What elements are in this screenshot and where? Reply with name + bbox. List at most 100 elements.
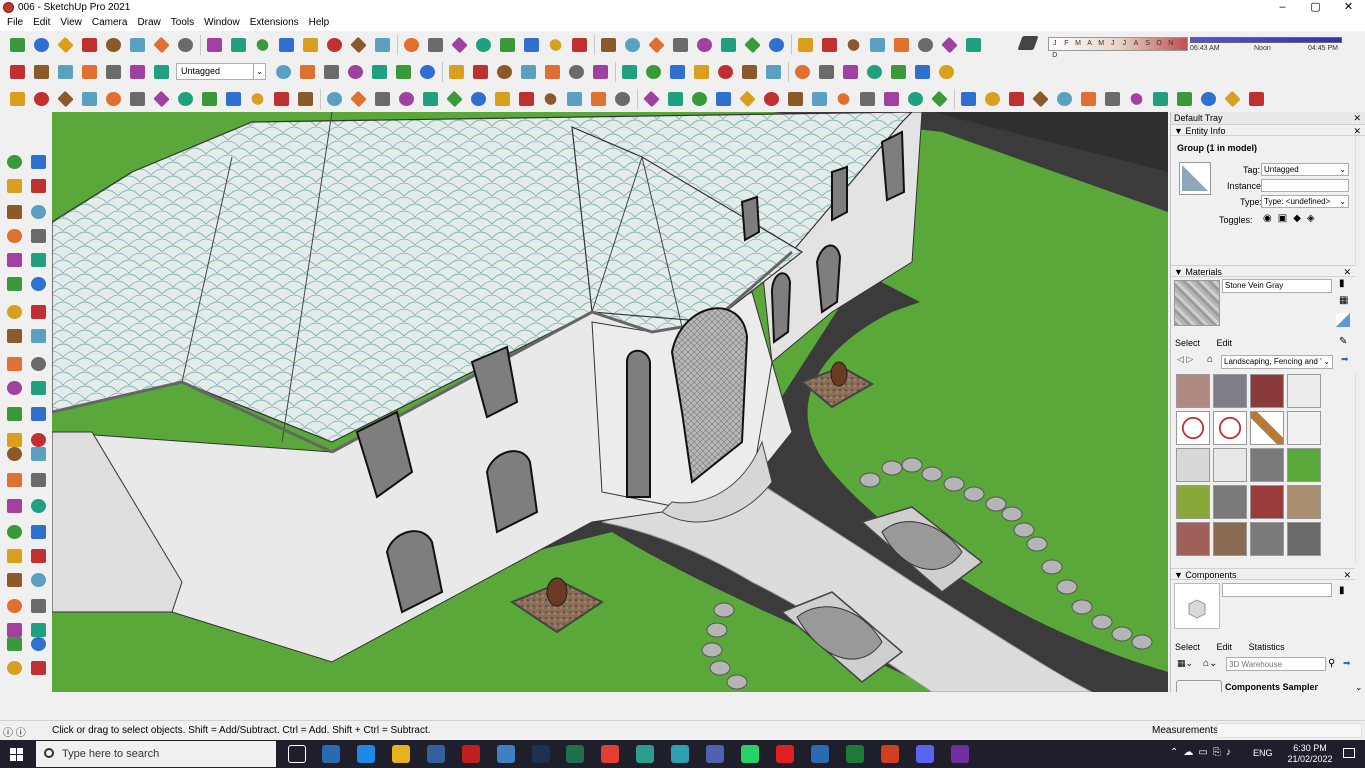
toolbar-tool-icon[interactable] [248, 89, 267, 108]
toolbar-tool-icon[interactable] [940, 35, 959, 54]
toolbar-tool-icon[interactable] [1079, 89, 1098, 108]
menu-view[interactable]: View [55, 15, 87, 31]
toolbar-tool-icon[interactable] [906, 89, 925, 108]
toolbar-tool-icon[interactable] [668, 62, 687, 81]
sample-paint-icon[interactable]: ✎ [1339, 336, 1347, 347]
component-collection-thumb[interactable] [1176, 680, 1222, 692]
toolbar-tool-icon[interactable] [447, 62, 466, 81]
toolbar-tool-icon[interactable] [716, 62, 735, 81]
toolbar-tool-icon[interactable] [56, 62, 75, 81]
toolbar-tool-icon[interactable] [349, 35, 368, 54]
default-material-icon[interactable] [1336, 313, 1350, 327]
entity-info-scrollbar[interactable] [1355, 136, 1365, 266]
left-tool-icon[interactable] [28, 571, 48, 589]
left-tool-icon[interactable] [28, 445, 48, 463]
taskbar-app-icon[interactable] [776, 745, 794, 763]
toolbar-tool-icon[interactable] [868, 35, 887, 54]
toolbar-tool-icon[interactable] [200, 89, 219, 108]
toolbar-tool-icon[interactable] [469, 89, 488, 108]
left-tool-icon[interactable] [28, 379, 48, 397]
toolbar-tool-icon[interactable] [224, 89, 243, 108]
toolbar-tool-icon[interactable] [471, 62, 490, 81]
left-tool-icon[interactable] [4, 327, 24, 345]
toolbar-tool-icon[interactable] [743, 35, 762, 54]
toolbar-tool-icon[interactable] [128, 35, 147, 54]
toolbar-tool-icon[interactable] [793, 62, 812, 81]
active-tag-dropdown[interactable]: Untagged ⌄ [176, 63, 266, 80]
tray-close-icon[interactable]: ✕ [1353, 112, 1361, 124]
toolbar-tool-icon[interactable] [1199, 89, 1218, 108]
toolbar-tool-icon[interactable] [397, 89, 416, 108]
language-indicator[interactable]: ENG [1253, 748, 1273, 758]
left-tool-icon[interactable] [28, 275, 48, 293]
material-swatch[interactable] [1176, 411, 1210, 445]
toolbar-tool-icon[interactable] [589, 89, 608, 108]
toolbar-tool-icon[interactable] [740, 62, 759, 81]
left-tool-icon[interactable] [4, 571, 24, 589]
toolbar-tool-icon[interactable] [820, 35, 839, 54]
material-swatch[interactable] [1213, 485, 1247, 519]
toolbar-tool-icon[interactable] [642, 89, 661, 108]
left-tool-icon[interactable] [28, 497, 48, 515]
close-button[interactable]: ✕ [1332, 0, 1365, 15]
toolbar-tool-icon[interactable] [325, 89, 344, 108]
material-name-input[interactable]: Stone Vein Gray [1222, 279, 1332, 293]
toolbar-tool-icon[interactable] [322, 62, 341, 81]
left-tool-icon[interactable] [4, 251, 24, 269]
view-options-icon[interactable]: ▦⌄ [1177, 658, 1193, 669]
toolbar-tool-icon[interactable] [913, 62, 932, 81]
toolbar-tool-icon[interactable] [834, 89, 853, 108]
toolbar-tool-icon[interactable] [964, 35, 983, 54]
toolbar-tool-icon[interactable] [32, 62, 51, 81]
toolbar-tool-icon[interactable] [546, 35, 565, 54]
menu-extensions[interactable]: Extensions [245, 15, 304, 31]
left-tool-icon[interactable] [4, 405, 24, 423]
taskbar-app-icon[interactable] [357, 745, 375, 763]
toolbar-tool-icon[interactable] [543, 62, 562, 81]
material-swatch[interactable] [1176, 522, 1210, 556]
toolbar-tool-icon[interactable] [796, 35, 815, 54]
menu-camera[interactable]: Camera [87, 15, 133, 31]
material-swatch[interactable] [1176, 485, 1210, 519]
component-search-input[interactable] [1226, 657, 1326, 671]
toolbar-tool-icon[interactable] [671, 35, 690, 54]
model-viewport[interactable] [52, 112, 1168, 692]
toolbar-tool-icon[interactable] [445, 89, 464, 108]
toolbar-tool-icon[interactable] [104, 89, 123, 108]
toolbar-tool-icon[interactable] [858, 89, 877, 108]
toolbar-tool-icon[interactable] [541, 89, 560, 108]
toolbar-tool-icon[interactable] [80, 62, 99, 81]
components-tab-select[interactable]: Select [1175, 642, 1200, 652]
material-swatch[interactable] [1287, 522, 1321, 556]
toolbar-tool-icon[interactable] [1055, 89, 1074, 108]
toolbar-tool-icon[interactable] [272, 89, 291, 108]
toolbar-tool-icon[interactable] [841, 62, 860, 81]
taskbar-app-icon[interactable] [322, 745, 340, 763]
left-tool-icon[interactable] [28, 227, 48, 245]
hidden-toggle-icon[interactable]: ◉ [1263, 213, 1278, 224]
material-swatch[interactable] [1213, 448, 1247, 482]
left-tool-icon[interactable] [4, 177, 24, 195]
left-tool-icon[interactable] [4, 659, 24, 677]
toolbar-tool-icon[interactable] [277, 35, 296, 54]
material-swatch[interactable] [1287, 374, 1321, 408]
toolbar-tool-icon[interactable] [620, 62, 639, 81]
toolbar-tool-icon[interactable] [418, 62, 437, 81]
toolbar-tool-icon[interactable] [644, 62, 663, 81]
toolbar-tool-icon[interactable] [959, 89, 978, 108]
taskbar-app-icon[interactable] [951, 745, 969, 763]
toolbar-tool-icon[interactable] [8, 35, 27, 54]
toolbar-tool-icon[interactable] [426, 35, 445, 54]
toolbar-tool-icon[interactable] [892, 35, 911, 54]
component-name-input[interactable] [1222, 583, 1332, 597]
toolbar-tool-icon[interactable] [8, 89, 27, 108]
left-tool-icon[interactable] [28, 251, 48, 269]
toolbar-tool-icon[interactable] [1223, 89, 1242, 108]
left-tool-icon[interactable] [4, 303, 24, 321]
toolbar-tool-icon[interactable] [767, 35, 786, 54]
toolbar-tool-icon[interactable] [450, 35, 469, 54]
toolbar-tool-icon[interactable] [152, 35, 171, 54]
materials-close-icon[interactable]: ✕ [1343, 266, 1351, 278]
toolbar-tool-icon[interactable] [56, 89, 75, 108]
left-tool-icon[interactable] [28, 303, 48, 321]
